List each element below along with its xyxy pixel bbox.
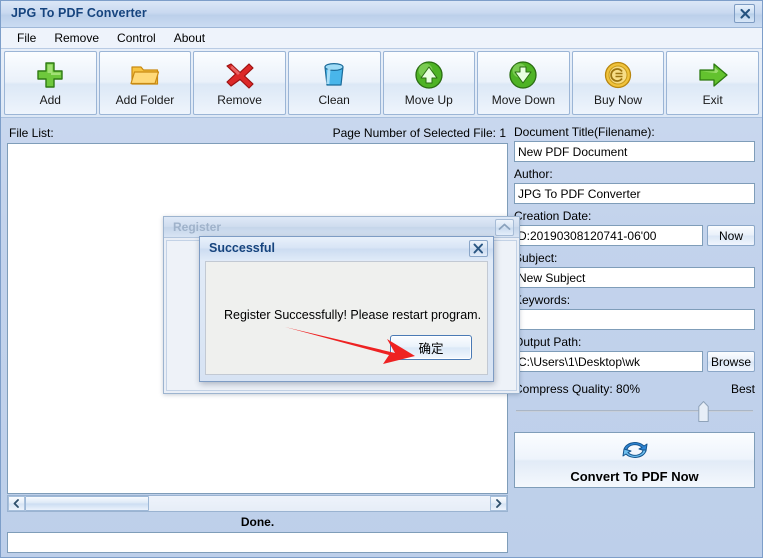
toolbar-label-add: Add (39, 93, 61, 107)
toolbar-button-buy-now[interactable]: Buy Now (571, 51, 665, 115)
red-x-icon (220, 58, 260, 92)
green-arrow-right-icon (693, 58, 733, 92)
document-title-input[interactable]: New PDF Document (514, 141, 755, 162)
status-text: Done. (240, 515, 275, 529)
chevron-left-glyph (13, 499, 19, 508)
compress-quality-best-label: Best (730, 382, 755, 396)
output-path-label: Output Path: (514, 335, 582, 349)
successful-dialog-body: Register Successfully! Please restart pr… (205, 261, 488, 375)
folder-icon (125, 58, 165, 92)
toolbar-button-add[interactable]: Add (4, 51, 97, 115)
successful-dialog-titlebar: Successful (200, 237, 493, 260)
plus-icon (30, 58, 70, 92)
keywords-input[interactable] (514, 309, 755, 330)
toolbar-button-add-folder[interactable]: Add Folder (98, 51, 192, 115)
menubar: File Remove Control About (1, 28, 762, 49)
register-window-title: Register (173, 220, 222, 234)
toolbar-label-buy-now: Buy Now (594, 93, 643, 107)
successful-dialog[interactable]: Successful Register Successfully! Please… (199, 236, 494, 382)
file-list-header: File List: Page Number of Selected File:… (7, 124, 508, 141)
toolbar-button-move-down[interactable]: Move Down (477, 51, 570, 115)
menu-item-remove[interactable]: Remove (46, 29, 107, 48)
arrow-down-circle-icon (503, 58, 543, 92)
right-pane: Document Title(Filename): New PDF Docume… (514, 124, 756, 553)
author-label: Author: (514, 167, 553, 181)
toolbar-label-clean: Clean (318, 93, 350, 107)
convert-to-pdf-button[interactable]: Convert To PDF Now (514, 432, 755, 488)
window-title: JPG To PDF Converter (11, 6, 147, 20)
output-path-input[interactable]: C:\Users\1\Desktop\wk (514, 351, 703, 372)
menu-item-about[interactable]: About (166, 29, 213, 48)
toolbar-label-move-up: Move Up (404, 93, 453, 107)
output-path-row: C:\Users\1\Desktop\wk Browse (514, 351, 755, 372)
compress-quality-row: Compress Quality: 80% Best (514, 382, 755, 396)
file-list-horizontal-scrollbar[interactable] (7, 495, 508, 512)
titlebar: JPG To PDF Converter (1, 1, 762, 28)
ok-button[interactable]: 确定 (390, 335, 472, 360)
slider-thumb-glyph (698, 401, 709, 422)
toolbar-button-remove[interactable]: Remove (193, 51, 286, 115)
progress-bar (7, 532, 508, 553)
convert-to-pdf-label: Convert To PDF Now (570, 468, 699, 484)
convert-refresh-icon (620, 437, 650, 468)
toolbar-label-add-folder: Add Folder (115, 93, 175, 107)
subject-input[interactable]: New Subject (514, 267, 755, 288)
scrollbar-thumb[interactable] (25, 496, 149, 511)
toolbar: Add Add Folder Remove Clean Move Up Move… (1, 49, 762, 118)
close-glyph (740, 8, 751, 19)
toolbar-button-exit[interactable]: Exit (666, 51, 759, 115)
creation-date-input[interactable]: D:20190308120741-06'00 (514, 225, 703, 246)
chevron-right-icon[interactable] (490, 496, 507, 511)
browse-button[interactable]: Browse (707, 351, 755, 372)
document-title-label: Document Title(Filename): (514, 125, 655, 139)
chevron-right-glyph (496, 499, 502, 508)
toolbar-label-remove: Remove (217, 93, 262, 107)
menu-item-file[interactable]: File (9, 29, 44, 48)
maximize-glyph (498, 223, 511, 230)
close-icon[interactable] (469, 240, 488, 257)
slider-thumb[interactable] (698, 401, 709, 422)
author-input[interactable]: JPG To PDF Converter (514, 183, 755, 204)
slider-track[interactable] (516, 410, 753, 412)
compress-quality-label: Compress Quality: 80% (514, 382, 641, 396)
register-titlebar: Register (164, 217, 519, 238)
creation-date-label: Creation Date: (514, 209, 592, 223)
scrollbar-track[interactable] (25, 496, 490, 511)
menu-item-control[interactable]: Control (109, 29, 164, 48)
arrow-up-circle-icon (409, 58, 449, 92)
subject-label: Subject: (514, 251, 558, 265)
compress-quality-slider[interactable] (514, 398, 755, 426)
creation-date-row: D:20190308120741-06'00 Now (514, 225, 755, 246)
successful-dialog-title: Successful (209, 241, 276, 255)
file-list-label: File List: (9, 125, 54, 140)
chevron-left-icon[interactable] (8, 496, 25, 511)
now-button[interactable]: Now (707, 225, 755, 246)
page-number-label: Page Number of Selected File: 1 (332, 125, 506, 140)
toolbar-button-move-up[interactable]: Move Up (382, 51, 476, 115)
toolbar-label-exit: Exit (702, 93, 723, 107)
coin-icon (598, 58, 638, 92)
maximize-icon[interactable] (495, 219, 514, 236)
toolbar-label-move-down: Move Down (491, 93, 556, 107)
successful-dialog-message: Register Successfully! Please restart pr… (224, 308, 482, 322)
close-glyph (473, 243, 483, 254)
close-icon[interactable] (734, 4, 755, 23)
toolbar-button-clean[interactable]: Clean (287, 51, 381, 115)
keywords-label: Keywords: (514, 293, 571, 307)
bucket-icon (314, 58, 354, 92)
